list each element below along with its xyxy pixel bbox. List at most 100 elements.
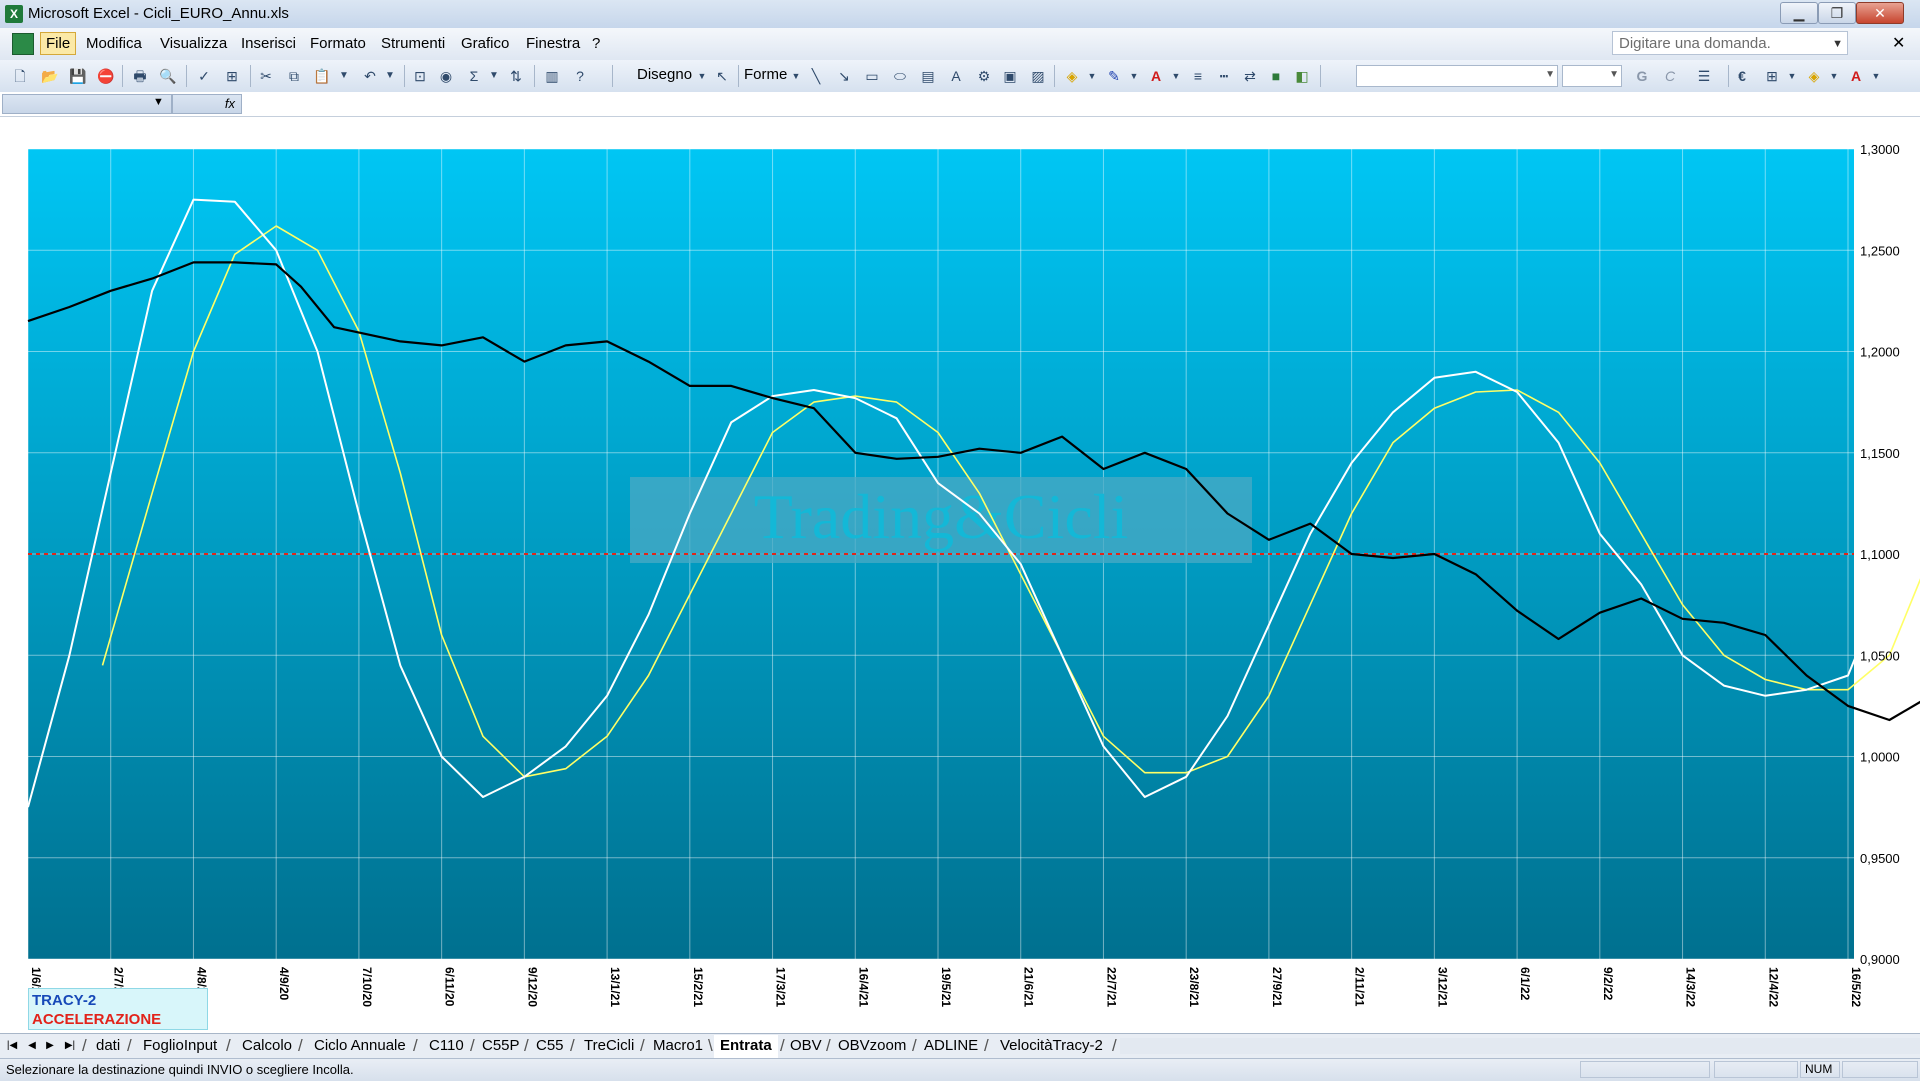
help-icon[interactable]: ? bbox=[570, 66, 590, 86]
sum-icon[interactable]: Σ bbox=[464, 66, 484, 86]
tab-obvzoom[interactable]: OBVzoom bbox=[832, 1035, 912, 1056]
tab-macro1[interactable]: Macro1 bbox=[647, 1035, 709, 1056]
close-button[interactable]: ✕ bbox=[1856, 2, 1904, 24]
text-color-icon[interactable]: A bbox=[1846, 66, 1866, 86]
chevron-down-icon[interactable]: ▼ bbox=[1166, 66, 1186, 86]
menu-visualizza[interactable]: Visualizza bbox=[156, 34, 231, 53]
tab-velocita-tracy2[interactable]: VelocitàTracy-2 bbox=[994, 1035, 1109, 1056]
font-size-combo[interactable]: ▼ bbox=[1562, 65, 1622, 87]
close-workbook-icon[interactable]: ✕ bbox=[1888, 32, 1909, 54]
chevron-down-icon[interactable]: ▼ bbox=[153, 96, 164, 108]
help-question-input[interactable]: Digitare una domanda. ▼ bbox=[1612, 31, 1848, 55]
tab-ciclo-annuale[interactable]: Ciclo Annuale bbox=[308, 1035, 412, 1056]
menu-formato[interactable]: Formato bbox=[306, 34, 370, 53]
italic-icon[interactable]: C bbox=[1660, 66, 1680, 86]
print-icon[interactable]: 🖶 bbox=[130, 66, 150, 86]
chart-sheet[interactable]: Trading&Cicli 0,90000,95001,00001,05001,… bbox=[0, 117, 1920, 1033]
chevron-down-icon[interactable]: ▼ bbox=[1782, 66, 1802, 86]
minimize-button[interactable]: ▁ bbox=[1780, 2, 1818, 24]
shadow-icon[interactable]: ■ bbox=[1266, 66, 1286, 86]
tab-c55p[interactable]: C55P bbox=[476, 1035, 526, 1056]
align-icon[interactable]: ☰ bbox=[1694, 66, 1714, 86]
chevron-down-icon[interactable]: ▼ bbox=[1824, 66, 1844, 86]
research-icon[interactable]: ⊞ bbox=[222, 66, 242, 86]
excel-icon[interactable]: X bbox=[5, 5, 23, 23]
chevron-down-icon[interactable]: ▼ bbox=[1866, 66, 1886, 86]
picture-icon[interactable]: ▨ bbox=[1028, 66, 1048, 86]
line-style-icon[interactable]: ≡ bbox=[1188, 66, 1208, 86]
font-name-combo[interactable]: ▼ bbox=[1356, 65, 1558, 87]
next-sheet-icon[interactable]: ▶ bbox=[42, 1038, 58, 1054]
save-icon[interactable]: 💾 bbox=[68, 66, 88, 86]
horizontal-scrollbar[interactable] bbox=[1120, 1038, 1920, 1054]
undo-icon[interactable]: ↶ bbox=[360, 66, 380, 86]
insert-function-button[interactable]: fx bbox=[172, 94, 242, 114]
menu-modifica[interactable]: Modifica bbox=[82, 34, 146, 53]
textbox-icon[interactable]: ▤ bbox=[918, 66, 938, 86]
copy-icon[interactable]: ⧉ bbox=[284, 66, 304, 86]
oval-icon[interactable]: ⬭ bbox=[890, 66, 910, 86]
arrow-icon[interactable]: ↘ bbox=[834, 66, 854, 86]
drawing-menu[interactable]: Disegno bbox=[637, 66, 692, 83]
chevron-down-icon[interactable]: ▼ bbox=[380, 66, 400, 86]
cut-icon[interactable]: ✂ bbox=[256, 66, 276, 86]
chevron-down-icon[interactable]: ▼ bbox=[1124, 66, 1144, 86]
line-color-icon[interactable]: ✎ bbox=[1104, 66, 1124, 86]
tab-c55[interactable]: C55 bbox=[530, 1035, 570, 1056]
chevron-down-icon[interactable]: ▼ bbox=[1609, 69, 1619, 80]
menu-inserisci[interactable]: Inserisci bbox=[237, 34, 300, 53]
3d-icon[interactable]: ◧ bbox=[1292, 66, 1312, 86]
hyperlink-icon[interactable]: ⊡ bbox=[410, 66, 430, 86]
tab-c110[interactable]: C110 bbox=[423, 1035, 470, 1056]
select-icon[interactable]: ↖ bbox=[712, 66, 732, 86]
spelling-icon[interactable]: ✓ bbox=[194, 66, 214, 86]
fill-color-icon[interactable]: ◈ bbox=[1062, 66, 1082, 86]
tab-entrata[interactable]: Entrata bbox=[714, 1035, 778, 1058]
first-sheet-icon[interactable]: |◀ bbox=[4, 1038, 20, 1054]
font-color-icon[interactable]: A bbox=[1146, 66, 1166, 86]
tab-dati[interactable]: dati bbox=[90, 1035, 126, 1056]
last-sheet-icon[interactable]: ▶| bbox=[62, 1038, 78, 1054]
tab-adline[interactable]: ADLINE bbox=[918, 1035, 984, 1056]
bold-icon[interactable]: G bbox=[1632, 66, 1652, 86]
euro-icon[interactable]: € bbox=[1732, 66, 1752, 86]
open-icon[interactable]: 📂 bbox=[40, 66, 60, 86]
dash-style-icon[interactable]: ┅ bbox=[1214, 66, 1234, 86]
wordart-icon[interactable]: A bbox=[946, 66, 966, 86]
chevron-down-icon[interactable]: ▼ bbox=[334, 66, 354, 86]
chevron-down-icon[interactable]: ▼ bbox=[1545, 69, 1555, 80]
legend[interactable]: TRACY-2 ACCELERAZIONE bbox=[28, 988, 208, 1030]
rectangle-icon[interactable]: ▭ bbox=[862, 66, 882, 86]
chevron-down-icon[interactable]: ▼ bbox=[484, 66, 504, 86]
shapes-menu[interactable]: Forme bbox=[744, 66, 787, 83]
tab-obv[interactable]: OBV bbox=[784, 1035, 828, 1056]
chart[interactable]: Trading&Cicli 0,90000,95001,00001,05001,… bbox=[0, 117, 1920, 1033]
chevron-down-icon[interactable]: ▼ bbox=[786, 66, 806, 86]
clipart-icon[interactable]: ▣ bbox=[1000, 66, 1020, 86]
menu-file[interactable]: File bbox=[40, 32, 76, 55]
chart-wizard-icon[interactable]: ▥ bbox=[542, 66, 562, 86]
research-globe-icon[interactable]: ◉ bbox=[436, 66, 456, 86]
cell-fill-icon[interactable]: ◈ bbox=[1804, 66, 1824, 86]
arrow-style-icon[interactable]: ⇄ bbox=[1240, 66, 1260, 86]
borders-icon[interactable]: ⊞ bbox=[1762, 66, 1782, 86]
print-preview-icon[interactable]: 🔍 bbox=[158, 66, 178, 86]
tab-calcolo[interactable]: Calcolo bbox=[236, 1035, 298, 1056]
tab-foglioinput[interactable]: FoglioInput bbox=[137, 1035, 223, 1056]
menu-strumenti[interactable]: Strumenti bbox=[377, 34, 449, 53]
workbook-icon[interactable] bbox=[12, 33, 34, 55]
diagram-icon[interactable]: ⚙ bbox=[974, 66, 994, 86]
name-box[interactable]: ▼ bbox=[2, 94, 172, 114]
paste-icon[interactable]: 📋 bbox=[312, 66, 332, 86]
new-icon[interactable]: 🗋 bbox=[10, 66, 30, 86]
chevron-down-icon[interactable]: ▼ bbox=[1832, 32, 1843, 56]
menu-finestra[interactable]: Finestra bbox=[522, 34, 584, 53]
menu-grafico[interactable]: Grafico bbox=[457, 34, 513, 53]
tab-trecicli[interactable]: TreCicli bbox=[578, 1035, 640, 1056]
chevron-down-icon[interactable]: ▼ bbox=[1082, 66, 1102, 86]
permission-icon[interactable]: ⛔ bbox=[96, 66, 116, 86]
restore-button[interactable]: ❐ bbox=[1818, 2, 1856, 24]
menu-help[interactable]: ? bbox=[588, 34, 604, 53]
chevron-down-icon[interactable]: ▼ bbox=[692, 66, 712, 86]
sort-icon[interactable]: ⇅ bbox=[506, 66, 526, 86]
